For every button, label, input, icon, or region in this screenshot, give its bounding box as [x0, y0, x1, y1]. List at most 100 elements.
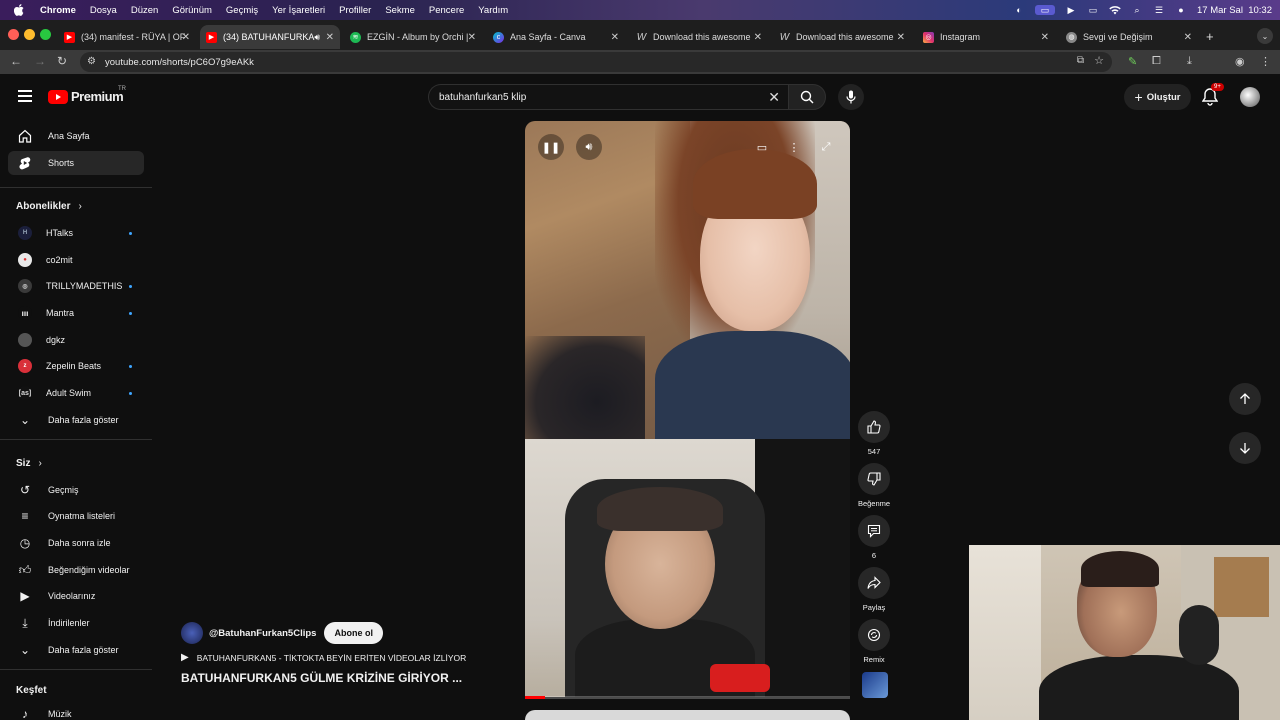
close-tab-icon[interactable]: ✕	[754, 32, 762, 43]
share-button[interactable]: Paylaş	[858, 567, 890, 612]
channel-name[interactable]: @BatuhanFurkan5Clips	[209, 628, 316, 639]
close-tab-icon[interactable]: ✕	[468, 32, 476, 43]
short-video-player[interactable]: ❚❚ 🔊︎ ▭ ⋮ ⤢	[525, 121, 850, 439]
subscriptions-heading[interactable]: Abonelikler ›	[16, 201, 82, 212]
sidebar-sub-dgkz[interactable]: dgkz	[8, 328, 144, 352]
zoom-window-button[interactable]	[40, 29, 51, 40]
wifi-icon[interactable]	[1109, 5, 1121, 15]
reload-button[interactable]: ↻	[57, 54, 67, 68]
back-button[interactable]: ←	[10, 54, 22, 68]
omnibox[interactable]: ⚙︎ youtube.com/shorts/pC6O7g9eAKk ⧉ ☆	[80, 52, 1112, 72]
menubar-app-name[interactable]: Chrome	[40, 5, 76, 16]
menu-pencere[interactable]: Pencere	[429, 5, 464, 16]
screen-record-icon[interactable]: ◐	[1013, 5, 1025, 15]
close-tab-icon[interactable]: ✕	[182, 32, 190, 43]
profile-icon[interactable]: ◉	[1235, 55, 1245, 68]
menu-gecmis[interactable]: Geçmiş	[226, 5, 258, 16]
sidebar-show-more-subs[interactable]: ⌄ Daha fazla göster	[8, 408, 144, 432]
browser-tab[interactable]: ◍ Sevgi ve Değişim ✕	[1060, 25, 1198, 49]
browser-tab[interactable]: ◎ Instagram ✕	[917, 25, 1055, 49]
remix-button[interactable]: Remix	[858, 619, 890, 664]
forward-button[interactable]: →	[34, 54, 46, 68]
sidebar-sub-zepelin-beats[interactable]: z Zepelin Beats	[8, 354, 144, 378]
browser-tab-active[interactable]: ▶ (34) BATUHANFURKA 🔊︎ ✕	[200, 25, 340, 49]
subscribe-button[interactable]: Abone ol	[324, 622, 383, 644]
sidebar-item-playlists[interactable]: ≡ Oynatma listeleri	[8, 504, 144, 528]
volume-button[interactable]: 🔊︎	[576, 134, 602, 160]
sidebar-show-more-you[interactable]: ⌄ Daha fazla göster	[8, 638, 144, 662]
fullscreen-icon[interactable]: ⤢	[813, 134, 839, 160]
menubar-clock[interactable]: 17 Mar Sal 10:32	[1197, 5, 1272, 16]
spotlight-search-icon[interactable]: ⌕	[1131, 5, 1143, 15]
sidebar-item-your-videos[interactable]: ▶ Videolarınız	[8, 584, 144, 608]
site-info-icon[interactable]: ⚙︎	[87, 56, 96, 67]
new-tab-button[interactable]: +	[1206, 29, 1214, 44]
browser-tab[interactable]: ▶ (34) manifest - RÜYA | OF ✕	[58, 25, 196, 49]
sidebar-item-liked-videos[interactable]: 👍︎ Beğendiğim videolar	[8, 558, 144, 582]
menu-profiller[interactable]: Profiller	[339, 5, 371, 16]
voice-search-button[interactable]	[838, 84, 864, 110]
short-video-streamer-frame[interactable]	[525, 439, 850, 697]
account-avatar[interactable]	[1240, 87, 1260, 107]
minimize-window-button[interactable]	[24, 29, 35, 40]
comments-button[interactable]: 6	[858, 515, 890, 560]
tab-search-button[interactable]: ⌄	[1257, 28, 1273, 44]
you-heading[interactable]: Siz ›	[16, 458, 42, 469]
extensions-puzzle-icon[interactable]: ⧠	[1152, 55, 1161, 68]
install-app-icon[interactable]: ⧉	[1077, 55, 1084, 66]
close-tab-icon[interactable]: ✕	[1041, 32, 1049, 43]
browser-tab[interactable]: W Download this awesome ✕	[630, 25, 768, 49]
menu-dosya[interactable]: Dosya	[90, 5, 117, 16]
bookmark-star-icon[interactable]: ☆	[1094, 54, 1104, 67]
pause-button[interactable]: ❚❚	[538, 134, 564, 160]
sidebar-sub-adult-swim[interactable]: [as] Adult Swim	[8, 381, 144, 405]
menu-hamburger-icon[interactable]	[18, 90, 32, 102]
menu-duzen[interactable]: Düzen	[131, 5, 158, 16]
short-title[interactable]: BATUHANFURKAN5 GÜLME KRİZİNE GİRİYOR ...	[181, 671, 462, 685]
sidebar-sub-htalks[interactable]: H HTalks	[8, 221, 144, 245]
sidebar-sub-co2mit[interactable]: ● co2mit	[8, 248, 144, 272]
sidebar-item-watch-later[interactable]: ◷ Daha sonra izle	[8, 531, 144, 555]
more-options-icon[interactable]: ⋮	[781, 134, 807, 160]
browser-menu-icon[interactable]: ⋮	[1260, 55, 1271, 68]
extension-icon[interactable]: ✎	[1128, 55, 1137, 68]
sidebar-sub-trillymadethis[interactable]: ◎ TRILLYMADETHIS	[8, 274, 144, 298]
channel-avatar[interactable]	[181, 622, 203, 644]
next-short-preview[interactable]	[525, 710, 850, 720]
menu-yer-isaretleri[interactable]: Yer İşaretleri	[272, 5, 325, 16]
menu-gorunum[interactable]: Görünüm	[172, 5, 212, 16]
menu-yardim[interactable]: Yardım	[478, 5, 508, 16]
sidebar-item-music[interactable]: ♪ Müzik	[8, 702, 144, 720]
menu-sekme[interactable]: Sekme	[385, 5, 415, 16]
sidebar-sub-mantra[interactable]: ııı Mantra	[8, 301, 144, 325]
apple-icon[interactable]	[12, 4, 26, 16]
siri-icon[interactable]: ●	[1175, 5, 1187, 15]
close-tab-icon[interactable]: ✕	[897, 32, 905, 43]
sound-row[interactable]: ▶ BATUHANFURKAN5 - TİKTOKTA BEYİN ERİTEN…	[181, 652, 466, 663]
url-text[interactable]: youtube.com/shorts/pC6O7g9eAKk	[105, 57, 254, 68]
previous-short-button[interactable]	[1229, 383, 1261, 415]
battery-icon[interactable]: ▭	[1087, 5, 1099, 15]
next-short-button[interactable]	[1229, 432, 1261, 464]
sidebar-item-home[interactable]: Ana Sayfa	[8, 124, 144, 148]
channel-thumbnail[interactable]	[862, 672, 888, 698]
sidebar-item-shorts[interactable]: Shorts	[8, 151, 144, 175]
browser-tab[interactable]: c Ana Sayfa - Canva ✕	[487, 25, 625, 49]
browser-tab[interactable]: W Download this awesome ✕	[773, 25, 911, 49]
control-center-icon[interactable]: ☰	[1153, 5, 1165, 15]
sidebar-item-history[interactable]: ↺ Geçmiş	[8, 478, 144, 502]
close-tab-icon[interactable]: ✕	[1184, 32, 1192, 43]
search-button[interactable]	[788, 84, 826, 110]
notifications-bell-icon[interactable]: 9+	[1201, 83, 1224, 106]
search-query[interactable]: batuhanfurkan5 klip	[439, 92, 526, 103]
browser-tab[interactable]: ≋ EZGİN - Album by Orchi | ✕	[344, 25, 482, 49]
close-tab-icon[interactable]: ✕	[326, 32, 334, 43]
tab-audio-icon[interactable]: 🔊︎	[314, 32, 320, 43]
clear-search-icon[interactable]: ✕	[768, 89, 780, 106]
downloads-icon[interactable]: ⤓	[1187, 55, 1192, 68]
search-input[interactable]: batuhanfurkan5 klip ✕	[428, 84, 788, 110]
like-button[interactable]: 547	[858, 411, 890, 456]
video-progress-bar[interactable]	[525, 696, 850, 699]
display-icon[interactable]: ▭	[1035, 5, 1055, 15]
close-window-button[interactable]	[8, 29, 19, 40]
